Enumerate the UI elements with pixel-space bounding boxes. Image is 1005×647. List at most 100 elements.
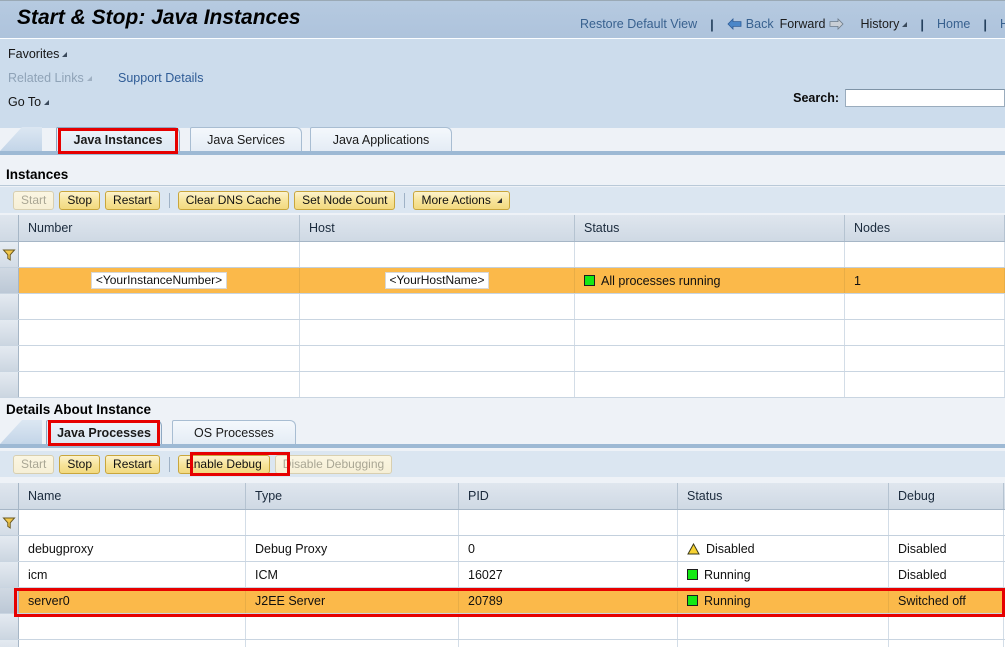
filter-icon-cell[interactable]	[0, 242, 19, 267]
tab-java-instances[interactable]: Java Instances	[56, 127, 180, 151]
column-header-nodes[interactable]: Nodes	[845, 215, 1005, 241]
tab-java-processes[interactable]: Java Processes	[46, 420, 162, 444]
table-row[interactable]	[0, 294, 1005, 320]
more-actions-button[interactable]: More Actions	[413, 190, 510, 210]
row-selector[interactable]	[0, 268, 19, 293]
instances-start-button[interactable]: Start	[13, 190, 55, 210]
home-link[interactable]: Home	[937, 17, 970, 31]
toolbar-divider	[404, 192, 406, 208]
secondary-header-band: Favorites Related Links Support Details …	[0, 38, 1005, 128]
filter-input-pid[interactable]	[459, 510, 678, 535]
more-actions-label: More Actions	[421, 193, 491, 207]
tab-label: Java Processes	[57, 425, 151, 440]
instances-restart-button[interactable]: Restart	[105, 190, 160, 210]
tab-java-services[interactable]: Java Services	[190, 127, 302, 151]
clear-dns-cache-button[interactable]: Clear DNS Cache	[177, 190, 290, 210]
details-tab-strip: Java Processes OS Processes	[0, 420, 1005, 448]
process-restart-button[interactable]: Restart	[105, 454, 160, 474]
cell-type: ICM	[246, 562, 459, 587]
filter-input-name[interactable]	[19, 510, 246, 535]
cell-host: <YourHostName>	[300, 268, 575, 293]
history-label: History	[860, 17, 900, 31]
row-selector[interactable]	[0, 320, 19, 345]
set-node-count-button[interactable]: Set Node Count	[294, 190, 396, 210]
back-link[interactable]: Back	[746, 17, 774, 31]
table-row[interactable]: icm ICM 16027 Running Disabled	[0, 562, 1005, 588]
go-to-label: Go To	[8, 95, 42, 109]
row-selector[interactable]	[0, 346, 19, 371]
table-row[interactable]	[0, 320, 1005, 346]
filter-input-status[interactable]	[678, 510, 889, 535]
help-link-truncated[interactable]: H	[1000, 17, 1005, 31]
back-arrow-icon	[727, 18, 742, 30]
cell-number	[19, 294, 300, 319]
filter-icon-cell[interactable]	[0, 510, 19, 535]
filter-input-type[interactable]	[246, 510, 459, 535]
tab-os-processes[interactable]: OS Processes	[172, 420, 296, 444]
column-header-name[interactable]: Name	[19, 483, 246, 509]
table-row[interactable]	[0, 614, 1005, 640]
cell-status	[575, 320, 845, 345]
related-links-menu[interactable]: Related Links	[8, 71, 92, 85]
row-selector[interactable]	[0, 640, 19, 647]
column-header-status[interactable]: Status	[575, 215, 845, 241]
title-bar: Start & Stop: Java Instances Restore Def…	[0, 0, 1005, 39]
process-stop-button[interactable]: Stop	[59, 454, 101, 474]
go-to-menu[interactable]: Go To	[8, 95, 50, 109]
table-row[interactable]: <YourInstanceNumber> <YourHostName> All …	[0, 268, 1005, 294]
instances-table-header: Number Host Status Nodes	[0, 215, 1005, 242]
tab-strip-lead-shape	[0, 420, 42, 444]
support-details-link[interactable]: Support Details	[118, 71, 203, 85]
cell-name: icm	[19, 562, 246, 587]
row-selector[interactable]	[0, 614, 19, 639]
table-row[interactable]	[0, 372, 1005, 398]
filter-input-status[interactable]	[575, 242, 845, 267]
row-header-corner	[0, 215, 19, 241]
cell-name	[19, 640, 246, 647]
table-row[interactable]	[0, 640, 1005, 647]
instances-stop-button[interactable]: Stop	[59, 190, 101, 210]
cell-status	[575, 346, 845, 371]
history-menu[interactable]: History	[860, 17, 908, 31]
tab-label: OS Processes	[194, 425, 274, 440]
filter-input-number[interactable]	[19, 242, 300, 267]
status-text: Running	[704, 593, 751, 608]
row-selector[interactable]	[0, 294, 19, 319]
column-header-debug[interactable]: Debug	[889, 483, 1004, 509]
disable-debugging-button[interactable]: Disable Debugging	[274, 454, 393, 474]
green-square-icon	[687, 569, 698, 580]
row-selector[interactable]	[0, 562, 19, 587]
filter-input-debug[interactable]	[889, 510, 1004, 535]
column-header-pid[interactable]: PID	[459, 483, 678, 509]
nav-divider-3: |	[983, 16, 987, 32]
cell-type	[246, 614, 459, 639]
favorites-label: Favorites	[8, 47, 60, 61]
filter-input-host[interactable]	[300, 242, 575, 267]
row-selector[interactable]	[0, 372, 19, 397]
column-header-host[interactable]: Host	[300, 215, 575, 241]
green-square-icon	[584, 275, 595, 286]
restore-default-view-link[interactable]: Restore Default View	[580, 17, 697, 31]
process-start-button[interactable]: Start	[13, 454, 55, 474]
filter-input-nodes[interactable]	[845, 242, 1005, 267]
column-header-number[interactable]: Number	[19, 215, 300, 241]
tab-java-applications[interactable]: Java Applications	[310, 127, 452, 151]
cell-host	[300, 346, 575, 371]
cell-pid: 16027	[459, 562, 678, 587]
table-row[interactable]: debugproxy Debug Proxy 0 Disabled Disabl…	[0, 536, 1005, 562]
column-header-status[interactable]: Status	[678, 483, 889, 509]
main-tab-strip: Java Instances Java Services Java Applic…	[0, 127, 1005, 155]
instances-table: Number Host Status Nodes <YourInstanceNu…	[0, 215, 1005, 398]
column-header-type[interactable]: Type	[246, 483, 459, 509]
favorites-menu[interactable]: Favorites	[8, 47, 68, 61]
cell-debug: Switched off	[889, 588, 1004, 613]
warning-triangle-icon	[687, 542, 700, 554]
cell-number	[19, 346, 300, 371]
row-selector[interactable]	[0, 536, 19, 561]
row-selector[interactable]	[0, 588, 19, 613]
enable-debug-button[interactable]: Enable Debug	[177, 454, 270, 474]
tab-label: Java Services	[207, 132, 285, 147]
search-input[interactable]	[845, 89, 1005, 107]
table-row[interactable]: server0 J2EE Server 20789 Running Switch…	[0, 588, 1005, 614]
table-row[interactable]	[0, 346, 1005, 372]
